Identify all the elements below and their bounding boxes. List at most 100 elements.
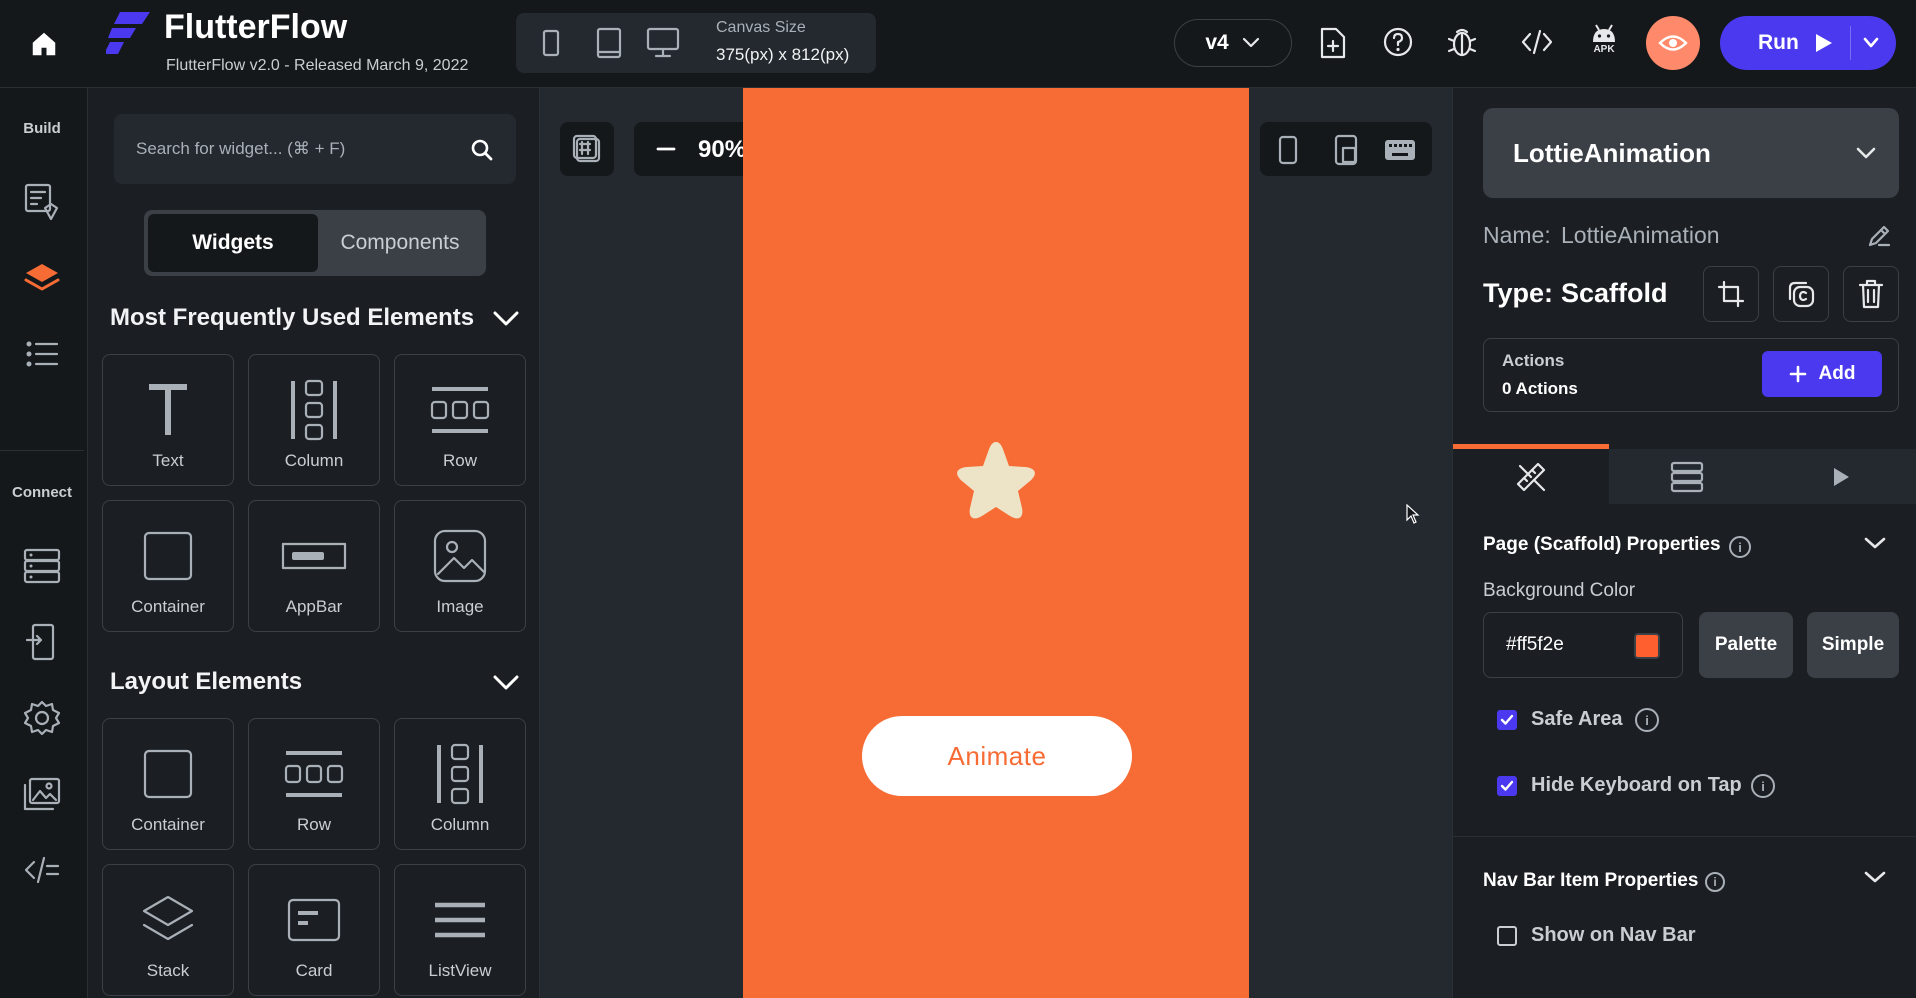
widget-tile-appbar[interactable]: AppBar — [248, 500, 380, 632]
widget-selector-dropdown[interactable]: LottieAnimation — [1483, 108, 1899, 198]
download-apk-icon[interactable]: APK — [1586, 22, 1622, 55]
widget-tile-row[interactable]: Row — [394, 354, 526, 486]
firestore-database-icon[interactable] — [20, 544, 64, 588]
run-label: Run — [1758, 31, 1799, 54]
run-button[interactable]: Run — [1720, 16, 1896, 70]
actions-card: Actions 0 Actions Add — [1483, 338, 1899, 412]
animate-button[interactable]: Animate — [862, 716, 1132, 796]
widget-name-label: Name: — [1483, 222, 1551, 248]
info-icon[interactable]: i — [1729, 536, 1751, 558]
hide-keyboard-checkbox[interactable] — [1497, 776, 1517, 796]
palette-button[interactable]: Palette — [1699, 612, 1793, 678]
top-bar: FlutterFlow FlutterFlow v2.0 - Released … — [0, 0, 1916, 88]
zoom-level: 90% — [698, 136, 747, 163]
background-color-label: Background Color — [1483, 580, 1636, 601]
help-icon[interactable] — [1382, 26, 1414, 58]
version-line: FlutterFlow v2.0 - Released March 9, 202… — [166, 57, 469, 74]
desktop-device-icon[interactable] — [646, 27, 680, 59]
widget-tile-container[interactable]: Container — [102, 500, 234, 632]
card-widget-icon — [286, 887, 342, 953]
database-icon — [1670, 461, 1704, 492]
plus-icon — [1789, 365, 1806, 383]
add-action-button[interactable]: Add — [1762, 351, 1882, 397]
widget-tile-label: Container — [131, 815, 205, 834]
duplicate-widget-button[interactable] — [1773, 266, 1829, 322]
safe-area-checkbox[interactable] — [1497, 710, 1517, 730]
palette-label: Palette — [1714, 634, 1778, 655]
phone-portrait-icon[interactable] — [1278, 135, 1298, 165]
info-icon[interactable]: i — [1635, 708, 1659, 732]
container-widget-icon — [142, 523, 194, 589]
actions-title: Actions — [1502, 351, 1565, 370]
widget-tree-layers-icon[interactable] — [20, 256, 64, 300]
app-name: FlutterFlow — [164, 8, 348, 46]
widget-selector-value: LottieAnimation — [1513, 138, 1711, 168]
widget-search-placeholder: Search for widget... (⌘ + F) — [136, 139, 346, 158]
background-color-value: #ff5f2e — [1506, 634, 1564, 655]
chevron-down-icon — [1241, 36, 1261, 50]
section-title-layout: Layout Elements — [110, 668, 303, 695]
keyboard-icon[interactable] — [1384, 139, 1416, 161]
color-swatch[interactable] — [1634, 633, 1660, 659]
tablet-device-icon[interactable] — [596, 27, 622, 59]
tab-widgets[interactable]: Widgets — [148, 214, 318, 272]
widget-tile-column[interactable]: Column — [394, 718, 526, 850]
edit-pencil-icon[interactable] — [1867, 224, 1891, 248]
debug-bug-icon[interactable] — [1446, 25, 1478, 59]
home-icon[interactable] — [24, 24, 64, 64]
chevron-down-icon[interactable] — [492, 310, 520, 328]
show-on-nav-bar-checkbox[interactable] — [1497, 926, 1517, 946]
phone-landscape-icon[interactable] — [1334, 134, 1358, 166]
widget-tile-container[interactable]: Container — [102, 718, 234, 850]
run-options-chevron-icon[interactable] — [1862, 37, 1880, 49]
row-widget-icon — [428, 377, 492, 443]
widget-tile-label: Image — [436, 597, 484, 616]
new-page-icon[interactable] — [1318, 26, 1348, 60]
code-view-icon[interactable] — [1520, 28, 1554, 56]
media-assets-icon[interactable] — [20, 772, 64, 816]
play-icon — [1812, 32, 1834, 54]
tab-animations[interactable] — [1765, 449, 1916, 504]
widget-tile-stack[interactable]: Stack — [102, 864, 234, 996]
tab-components[interactable]: Components — [318, 214, 482, 272]
info-icon[interactable]: i — [1751, 774, 1775, 798]
info-icon[interactable]: i — [1705, 872, 1725, 892]
tab-widgets-label: Widgets — [192, 231, 274, 254]
simple-label: Simple — [1821, 634, 1885, 655]
settings-gear-icon[interactable] — [20, 696, 64, 740]
widget-tile-card[interactable]: Card — [248, 864, 380, 996]
storyboard-list-icon[interactable] — [20, 332, 64, 376]
play-icon — [1834, 467, 1849, 486]
preview-eye-button[interactable] — [1646, 16, 1700, 70]
search-icon[interactable] — [470, 138, 494, 162]
chevron-down-icon[interactable] — [1863, 870, 1887, 884]
custom-code-icon[interactable] — [20, 848, 64, 892]
chevron-down-icon[interactable] — [1863, 536, 1887, 550]
zoom-out-icon[interactable] — [656, 139, 676, 159]
toggle-grid-button[interactable] — [560, 122, 614, 176]
simple-button[interactable]: Simple — [1807, 612, 1899, 678]
design-tools-icon — [1516, 462, 1546, 491]
widget-tile-image[interactable]: Image — [394, 500, 526, 632]
widget-tile-row[interactable]: Row — [248, 718, 380, 850]
chevron-down-icon — [1855, 146, 1877, 160]
lottie-animation-star[interactable] — [946, 434, 1046, 534]
tab-properties[interactable] — [1453, 444, 1609, 504]
phone-page-preview[interactable]: Animate — [743, 88, 1249, 998]
widget-palette-icon[interactable] — [20, 180, 64, 224]
widget-search-input[interactable]: Search for widget... (⌘ + F) — [114, 114, 516, 184]
api-calls-icon[interactable] — [20, 620, 64, 664]
background-color-input[interactable]: #ff5f2e — [1483, 612, 1683, 678]
chevron-down-icon[interactable] — [492, 674, 520, 692]
delete-widget-button[interactable] — [1843, 266, 1899, 322]
tab-backend-query[interactable] — [1609, 449, 1765, 504]
widget-tile-text[interactable]: Text — [102, 354, 234, 486]
wrap-widget-button[interactable] — [1703, 266, 1759, 322]
image-widget-icon — [432, 523, 488, 589]
version-selector[interactable]: v4 — [1174, 19, 1292, 67]
widget-tile-label: Row — [296, 815, 331, 834]
phone-device-icon[interactable] — [542, 29, 560, 57]
widget-tile-column[interactable]: Column — [248, 354, 380, 486]
widget-tile-listview[interactable]: ListView — [394, 864, 526, 996]
canvas-size-value: 375(px) x 812(px) — [716, 45, 850, 64]
